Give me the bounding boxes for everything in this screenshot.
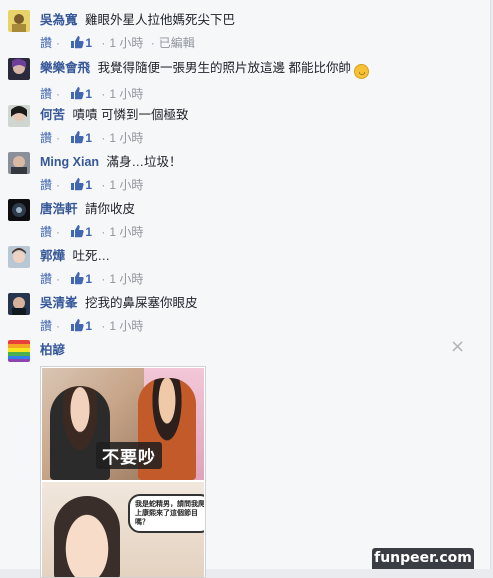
avatar[interactable]	[8, 246, 30, 268]
timestamp[interactable]: 1 小時	[109, 272, 143, 286]
meme-caption: 不要吵	[96, 442, 162, 469]
comment-text: 滿身…垃圾！	[106, 155, 182, 169]
thumbs-up-icon[interactable]	[70, 86, 84, 100]
meme-photo-bottom: 我是蛇精男，請問我爬上康熙來了這個節目嗎？	[42, 482, 204, 577]
like-link[interactable]: 讚	[40, 36, 52, 50]
like-count[interactable]: 1	[85, 272, 92, 286]
timestamp[interactable]: 1 小時	[109, 87, 143, 101]
site-watermark: funpeer.com	[372, 548, 474, 569]
like-link[interactable]: 讚	[40, 178, 52, 192]
comment-actions: 讚 · 1 · 1 小時	[40, 177, 144, 192]
comment-actions: 讚 · 1 · 1 小時	[40, 271, 144, 286]
comment-image-attachment[interactable]: 不要吵 我是蛇精男，請問我爬上康熙來了這個節目嗎？	[40, 366, 206, 578]
like-count[interactable]: 1	[85, 36, 92, 50]
avatar[interactable]	[8, 10, 30, 32]
like-link[interactable]: 讚	[40, 131, 52, 145]
like-link[interactable]: 讚	[40, 272, 52, 286]
timestamp[interactable]: 1 小時	[109, 36, 143, 50]
avatar[interactable]	[8, 340, 30, 362]
close-icon[interactable]: ×	[450, 338, 465, 356]
speech-bubble: 我是蛇精男，請問我爬上康熙來了這個節目嗎？	[128, 494, 204, 533]
comment-author[interactable]: 吳為寬	[40, 13, 78, 27]
thumbs-up-icon[interactable]	[70, 35, 84, 49]
comment-author[interactable]: 樂樂會飛	[40, 61, 90, 75]
like-count[interactable]: 1	[85, 131, 92, 145]
like-count[interactable]: 1	[85, 319, 92, 333]
comment-actions: 讚 · 1 · 1 小時	[40, 130, 144, 145]
comment-text: 嘖嘖 可憐到一個極致	[72, 108, 189, 122]
meme-photo-top: 不要吵	[42, 368, 204, 480]
like-link[interactable]: 讚	[40, 87, 52, 101]
comment-author[interactable]: 柏諺	[40, 343, 65, 357]
like-count[interactable]: 1	[85, 87, 92, 101]
comment-author[interactable]: 何苦	[40, 108, 65, 122]
comment-author[interactable]: 郭燁	[40, 249, 65, 263]
comment-actions: 讚 · 1 · 1 小時 · 已編輯	[40, 35, 195, 50]
timestamp[interactable]: 1 小時	[109, 319, 143, 333]
thumbs-up-icon[interactable]	[70, 271, 84, 285]
timestamp[interactable]: 1 小時	[109, 178, 143, 192]
avatar[interactable]	[8, 293, 30, 315]
comment-author[interactable]: 唐浩軒	[40, 202, 78, 216]
comment-author[interactable]: Ming Xian	[40, 155, 99, 169]
like-count[interactable]: 1	[85, 225, 92, 239]
comments-panel: 吳為寬 雞眼外星人拉他媽死尖下巴 讚 · 1 · 1 小時 · 已編輯 樂樂會飛 我覺…	[0, 0, 491, 578]
comment-text: 挖我的鼻屎塞你眼皮	[85, 296, 198, 310]
thumbs-up-icon[interactable]	[70, 130, 84, 144]
avatar[interactable]	[8, 152, 30, 174]
thumbs-up-icon[interactable]	[70, 224, 84, 238]
edited-label[interactable]: 已編輯	[159, 36, 195, 50]
like-count[interactable]: 1	[85, 178, 92, 192]
smirk-emoji-icon: ◡	[354, 64, 370, 79]
timestamp[interactable]: 1 小時	[109, 225, 143, 239]
comment-author[interactable]: 吳清峯	[40, 296, 78, 310]
comment-text: 吐死…	[72, 249, 111, 263]
avatar[interactable]	[8, 199, 30, 221]
avatar[interactable]	[8, 58, 30, 80]
comment-actions: 讚 · 1 · 1 小時	[40, 318, 144, 333]
comment-text: 我覺得隨便一張男生的照片放這邊 都能比你帥	[97, 61, 351, 75]
comment-text: 雞眼外星人拉他媽死尖下巴	[85, 13, 236, 27]
thumbs-up-icon[interactable]	[70, 318, 84, 332]
like-link[interactable]: 讚	[40, 319, 52, 333]
thumbs-up-icon[interactable]	[70, 177, 84, 191]
avatar[interactable]	[8, 105, 30, 127]
comment-text: 請你收皮	[85, 202, 136, 216]
like-link[interactable]: 讚	[40, 225, 52, 239]
timestamp[interactable]: 1 小時	[109, 131, 143, 145]
comment-actions: 讚 · 1 · 1 小時	[40, 86, 144, 101]
comment-actions: 讚 · 1 · 1 小時	[40, 224, 144, 239]
